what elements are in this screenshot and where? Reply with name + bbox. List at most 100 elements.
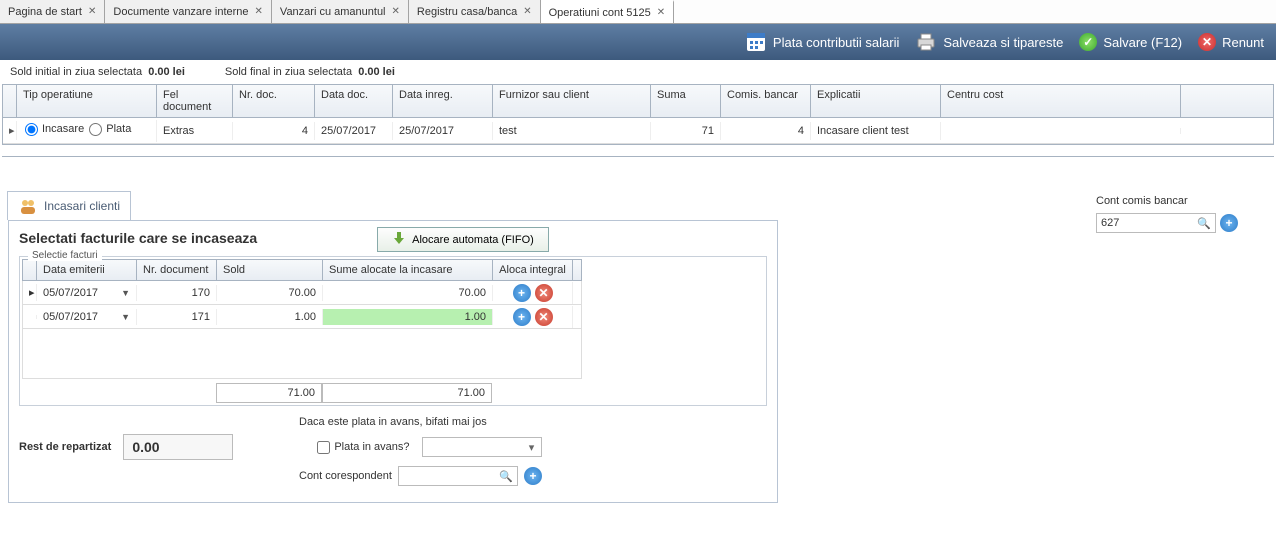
col-expl[interactable]: Explicatii	[811, 85, 941, 117]
col-fel[interactable]: Fel document	[157, 85, 233, 117]
tab-pagina-start[interactable]: Pagina de start ✕	[0, 0, 105, 23]
cell-nr[interactable]: 170	[137, 285, 217, 301]
add-icon[interactable]: +	[524, 467, 542, 485]
cell-nr[interactable]: 171	[137, 309, 217, 325]
printer-icon	[915, 31, 937, 53]
cell-tip[interactable]: Incasare Plata	[17, 120, 157, 142]
col-data-emiterii[interactable]: Data emiterii	[37, 260, 137, 280]
close-icon[interactable]: ✕	[657, 7, 665, 18]
subtab-incasari-clienti[interactable]: Incasari clienti	[7, 191, 131, 220]
tab-label: Pagina de start	[8, 6, 82, 18]
selectie-facturi-fieldset: Selectie facturi Data emiterii Nr. docum…	[19, 256, 767, 406]
col-aloca[interactable]: Aloca integral	[493, 260, 573, 280]
col-datainr[interactable]: Data inreg.	[393, 85, 493, 117]
fifo-icon	[392, 231, 406, 248]
cell-sume[interactable]: 1.00	[323, 309, 493, 325]
close-icon[interactable]: ✕	[255, 6, 263, 17]
dropdown-icon[interactable]: ▾	[525, 441, 539, 454]
radio-label: Incasare	[42, 123, 84, 135]
radio-label: Plata	[106, 123, 131, 135]
close-icon[interactable]: ✕	[392, 6, 400, 17]
cell-nrdoc[interactable]: 4	[233, 122, 315, 140]
col-furn[interactable]: Furnizor sau client	[493, 85, 651, 117]
cont-comis-label: Cont comis bancar	[1096, 195, 1238, 207]
cell-sold[interactable]: 70.00	[217, 285, 323, 301]
plata-contributii-button[interactable]: Plata contributii salarii	[745, 31, 899, 53]
col-sold[interactable]: Sold	[217, 260, 323, 280]
radio-plata[interactable]	[89, 123, 102, 136]
grid-row[interactable]: ▸ Incasare Plata Extras 4 25/07/2017 25/…	[3, 118, 1273, 144]
grid-indicator-col	[3, 85, 17, 117]
cell-cent[interactable]	[941, 128, 1181, 134]
row-indicator-icon: ▸	[23, 284, 37, 301]
col-nr-document[interactable]: Nr. document	[137, 260, 217, 280]
tab-doc-vanzare[interactable]: Documente vanzare interne ✕	[105, 0, 272, 23]
cell-data[interactable]: 05/07/2017▼	[37, 309, 137, 325]
cell-comis[interactable]: 4	[721, 122, 811, 140]
renunt-button[interactable]: ✕ Renunt	[1198, 33, 1264, 51]
search-icon[interactable]: 🔍	[499, 470, 513, 483]
avans-combo[interactable]: ▾	[422, 437, 542, 457]
sold-final-value: 0.00 lei	[358, 66, 395, 78]
add-icon[interactable]: +	[513, 308, 531, 326]
fieldset-label: Selectie facturi	[28, 250, 102, 261]
invoice-grid-header: Data emiterii Nr. document Sold Sume alo…	[22, 259, 582, 281]
tab-label: Documente vanzare interne	[113, 6, 248, 18]
col-cent[interactable]: Centru cost	[941, 85, 1181, 117]
total-sume: 71.00	[322, 383, 492, 403]
cell-sume[interactable]: 70.00	[323, 285, 493, 301]
cont-comis-value: 627	[1101, 217, 1119, 229]
cell-fel[interactable]: Extras	[157, 122, 233, 140]
col-tip[interactable]: Tip operatiune	[17, 85, 157, 117]
cell-sold[interactable]: 1.00	[217, 309, 323, 325]
tab-operatiuni[interactable]: Operatiuni cont 5125 ✕	[541, 0, 675, 23]
cont-comis-input[interactable]: 627 🔍	[1096, 213, 1216, 233]
salvare-button[interactable]: ✓ Salvare (F12)	[1079, 33, 1182, 51]
col-sume[interactable]: Sume alocate la incasare	[323, 260, 493, 280]
dropdown-icon[interactable]: ▼	[121, 312, 130, 322]
cell-data[interactable]: 05/07/2017▼	[37, 285, 137, 301]
delete-icon[interactable]: ✕	[535, 284, 553, 302]
checkbox-input[interactable]	[317, 441, 330, 454]
panel-title: Selectati facturile care se incaseaza	[19, 230, 257, 246]
sold-initial-value: 0.00 lei	[148, 66, 185, 78]
add-icon[interactable]: +	[1220, 214, 1238, 232]
toolbar-label: Salveaza si tipareste	[943, 35, 1063, 50]
search-icon[interactable]: 🔍	[1197, 217, 1211, 230]
plata-avans-checkbox[interactable]: Plata in avans?	[317, 441, 409, 454]
invoice-row[interactable]: ▸ 05/07/2017▼ 170 70.00 70.00 + ✕	[22, 281, 582, 305]
cell-aloca: + ✕	[493, 282, 573, 304]
add-icon[interactable]: +	[513, 284, 531, 302]
cell-datadoc[interactable]: 25/07/2017	[315, 122, 393, 140]
invoice-row[interactable]: 05/07/2017▼ 171 1.00 1.00 + ✕	[22, 305, 582, 329]
alocare-fifo-button[interactable]: Alocare automata (FIFO)	[377, 227, 549, 252]
cell-furn[interactable]: test	[493, 122, 651, 140]
cont-corespondent-input[interactable]: 🔍	[398, 466, 518, 486]
cont-corespondent-row: Cont corespondent 🔍 +	[299, 466, 767, 486]
cell-expl[interactable]: Incasare client test	[811, 122, 941, 140]
close-icon[interactable]: ✕	[523, 6, 531, 17]
tab-registru[interactable]: Registru casa/banca ✕	[409, 0, 541, 23]
col-nrdoc[interactable]: Nr. doc.	[233, 85, 315, 117]
close-icon[interactable]: ✕	[88, 6, 96, 17]
salveaza-tipareste-button[interactable]: Salveaza si tipareste	[915, 31, 1063, 53]
cell-aloca: + ✕	[493, 306, 573, 328]
toolbar-label: Salvare (F12)	[1103, 35, 1182, 50]
rest-label: Rest de repartizat	[19, 441, 111, 453]
clients-icon	[18, 196, 38, 216]
cont-comis-panel: Cont comis bancar 627 🔍 +	[1096, 185, 1268, 233]
tab-vanzari-amanuntul[interactable]: Vanzari cu amanuntul ✕	[272, 0, 409, 23]
delete-icon[interactable]: ✕	[535, 308, 553, 326]
cell-suma[interactable]: 71	[651, 122, 721, 140]
bottom-row: Rest de repartizat 0.00 Plata in avans? …	[19, 434, 767, 460]
dropdown-icon[interactable]: ▼	[121, 288, 130, 298]
col-suma[interactable]: Suma	[651, 85, 721, 117]
sold-initial-label: Sold initial in ziua selectata	[10, 66, 142, 78]
cancel-icon: ✕	[1198, 33, 1216, 51]
toolbar-label: Renunt	[1222, 35, 1264, 50]
radio-incasare[interactable]	[25, 123, 38, 136]
col-comis[interactable]: Comis. bancar	[721, 85, 811, 117]
tab-label: Vanzari cu amanuntul	[280, 6, 386, 18]
col-datadoc[interactable]: Data doc.	[315, 85, 393, 117]
cell-datainr[interactable]: 25/07/2017	[393, 122, 493, 140]
